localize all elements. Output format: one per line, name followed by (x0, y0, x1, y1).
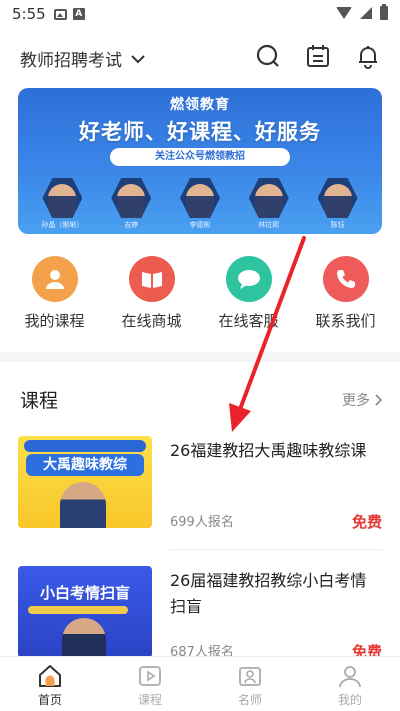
section-divider (0, 352, 400, 362)
teacher-name: 李德彬 (189, 221, 211, 229)
nav-teachers[interactable]: 名师 (210, 657, 290, 711)
more-label: 更多 (342, 392, 370, 409)
chevron-down-icon (131, 54, 145, 63)
exam-type-selector[interactable]: 教师招聘考试 (20, 46, 146, 71)
menu-label: 在线客服 (218, 312, 279, 330)
teacher-avatar (248, 178, 289, 218)
teacher-avatar (42, 178, 83, 218)
signal-icon (360, 7, 372, 19)
bell-icon[interactable] (354, 42, 382, 70)
course-title: 26福建教招大禹趣味教综课 (170, 441, 367, 460)
chat-icon (225, 256, 272, 302)
banner-teacher: 李德彬 (176, 178, 224, 230)
profile-icon (339, 666, 361, 688)
banner-teacher: 吉婷 (107, 178, 155, 230)
menu-label: 在线商城 (121, 312, 182, 330)
battery-icon (380, 4, 388, 20)
menu-contact-us[interactable]: 联系我们 (301, 256, 391, 331)
teacher-name: 孙晶（晰晰） (41, 221, 84, 229)
nav-label: 名师 (237, 693, 262, 707)
bottom-nav: 首页 课程 名师 我的 (0, 656, 400, 711)
calendar-icon[interactable] (304, 42, 332, 70)
nav-courses[interactable]: 课程 (110, 657, 190, 711)
course-enrolled: 699人报名 (170, 515, 234, 530)
nav-label: 我的 (337, 693, 362, 707)
menu-my-courses[interactable]: 我的课程 (10, 256, 100, 331)
courses-section-header: 课程 更多 (20, 386, 382, 413)
banner-slogan: 好老师、好课程、好服务 (79, 120, 321, 144)
chevron-right-icon (375, 393, 382, 406)
section-title: 课程 (20, 390, 59, 412)
search-icon[interactable] (254, 42, 282, 70)
teacher-name: 林拉熙 (258, 221, 280, 229)
teacher-photo (60, 482, 106, 528)
nav-home[interactable]: 首页 (10, 657, 90, 711)
teacher-photo (62, 618, 106, 658)
book-icon (128, 256, 175, 302)
teacher-avatar (111, 178, 152, 218)
user-icon (31, 256, 78, 302)
app-header: 教师招聘考试 (0, 40, 400, 76)
divider (170, 549, 382, 550)
status-bar: 5:55 A (0, 0, 400, 28)
course-thumbnail: 大禹趣味教综 (18, 436, 152, 528)
menu-label: 联系我们 (315, 312, 376, 330)
nav-profile[interactable]: 我的 (310, 657, 390, 711)
course-price: 免费 (351, 513, 382, 531)
menu-online-store[interactable]: 在线商城 (107, 256, 197, 331)
a-notification-icon: A (72, 8, 85, 20)
banner-follow-text: 关注公众号燃领教招 (110, 148, 290, 166)
banner-teacher: 林拉熙 (245, 178, 293, 230)
banner-brand: 燃领教育 (170, 97, 230, 113)
phone-icon (322, 256, 369, 302)
teacher-avatar (317, 178, 358, 218)
course-title: 26届福建教招教综小白考情扫盲 (170, 571, 367, 616)
course-item[interactable]: 小白考情扫盲 26届福建教招教综小白考情扫盲 687人报名 免费 (18, 566, 382, 666)
thumbnail-title: 大禹趣味教综 (26, 454, 144, 476)
status-time: 5:55 (12, 5, 46, 23)
course-thumbnail: 小白考情扫盲 (18, 566, 152, 658)
nav-label: 首页 (37, 693, 62, 707)
quick-menu: 我的课程 在线商城 在线客服 联系我们 (0, 256, 400, 331)
course-item[interactable]: 大禹趣味教综 26福建教招大禹趣味教综课 699人报名 免费 (18, 436, 382, 550)
gallery-notification-icon (53, 8, 67, 20)
banner-teacher: 孙晶（晰晰） (38, 178, 86, 230)
promo-banner[interactable]: 燃领教育 好老师、好课程、好服务 关注公众号燃领教招 孙晶（晰晰） 吉婷 李德彬… (18, 88, 382, 234)
more-courses-link[interactable]: 更多 (342, 390, 382, 410)
teacher-name: 吉婷 (124, 221, 139, 229)
wifi-icon (336, 7, 352, 19)
teacher-icon (239, 667, 261, 686)
play-icon (139, 666, 161, 686)
nav-label: 课程 (137, 693, 162, 707)
home-icon (39, 665, 61, 687)
menu-label: 我的课程 (24, 312, 85, 330)
teacher-avatar (179, 178, 220, 218)
menu-online-support[interactable]: 在线客服 (204, 256, 294, 331)
thumbnail-title: 小白考情扫盲 (39, 584, 130, 602)
banner-teachers: 孙晶（晰晰） 吉婷 李德彬 林拉熙 陈钰 (18, 178, 382, 230)
teacher-name: 陈钰 (330, 221, 345, 229)
banner-teacher: 陈钰 (314, 178, 362, 230)
exam-type-label: 教师招聘考试 (20, 51, 122, 71)
